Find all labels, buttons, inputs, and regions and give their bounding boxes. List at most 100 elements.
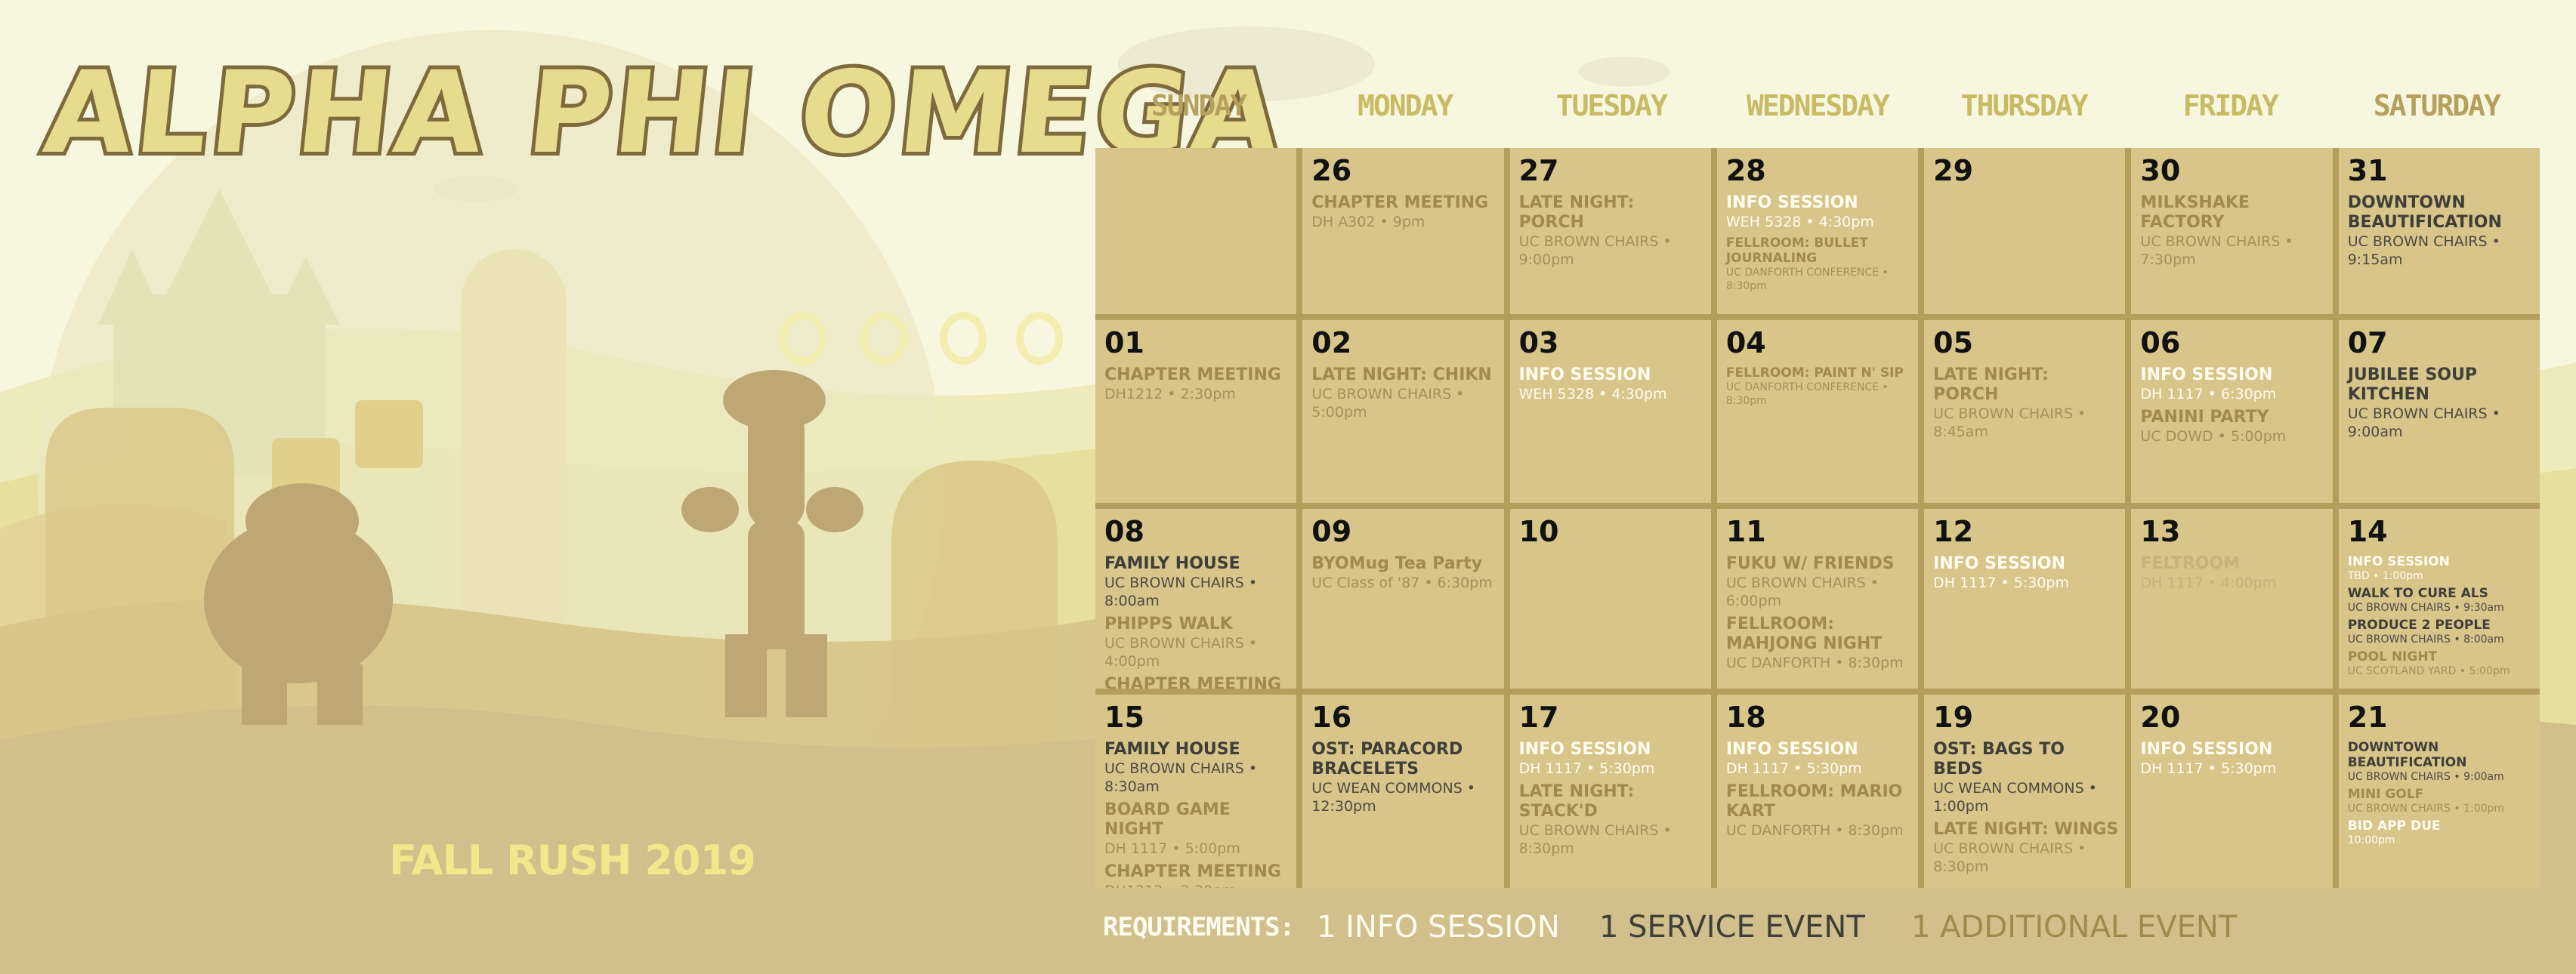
event-title: BID APP DUE — [2347, 818, 2441, 834]
calendar-cell: 12 INFO SESSION DH 1117 • 5:30pm — [1924, 509, 2126, 689]
calendar-cell: 21 DOWNTOWN BEAUTIFICATION UC BROWN CHAIRS… — [2338, 695, 2540, 888]
event-title: INFO SESSION — [1933, 554, 2066, 573]
calendar-cell: 26 CHAPTER MEETING DH A302 • 9pm — [1302, 148, 1504, 314]
event-location-time: UC BROWN CHAIRS • 9:00am — [2347, 405, 2500, 440]
event-location-time: UC BROWN CHAIRS • 7:30pm — [2140, 233, 2293, 268]
calendar-event: POOL NIGHT UC SCOTLAND YARD • 5:00pm — [2348, 649, 2534, 678]
calendar-cell: 13 FELTROOM DH 1117 • 4:00pm — [2131, 509, 2333, 689]
calendar-event: INFO SESSION DH 1117 • 5:30pm — [1726, 740, 1912, 778]
calendar-event: CHAPTER MEETINGDH1212 • 2:30pm — [1104, 365, 1290, 403]
calendar-cell: 18 INFO SESSION DH 1117 • 5:30pm FELLROOM: … — [1716, 695, 1919, 888]
requirements-label: REQUIREMENTS: — [1103, 912, 1295, 942]
event-location-time: DH 1117 • 5:30pm — [1933, 575, 2069, 591]
calendar-cell: 29 — [1924, 148, 2126, 314]
calendar-event: DOWNTOWN BEAUTIFICATION UC BROWN CHAIRS •… — [2348, 193, 2534, 269]
calendar-event: LATE NIGHT: PORCH UC BROWN CHAIRS • 8:45a… — [1933, 365, 2119, 441]
calendar-cell: 02 LATE NIGHT: CHIKN UC BROWN CHAIRS • 5:0… — [1302, 320, 1504, 503]
event-location-time: UC DANFORTH CONFERENCE • 8:30pm — [1725, 267, 1889, 292]
event-location-time: DH 1117 • 5:30pm — [1725, 760, 1862, 777]
calendar-event: CHAPTER MEETINGDH1212 • 2:30pm — [1104, 675, 1290, 689]
calendar-event: BYOMug Tea Party UC Class of '87 • 6:30pm — [1311, 554, 1497, 592]
event-location-time: UC SCOTLAND YARD • 5:00pm — [2347, 665, 2510, 677]
weekday-friday: FRIDAY — [2182, 89, 2279, 122]
event-location-time: UC Class of '87 • 6:30pm — [1311, 575, 1493, 591]
day-number: 06 — [2140, 326, 2181, 359]
event-location-time: UC DANFORTH • 8:30pm — [1725, 822, 1904, 839]
event-location-time: DH 1117 • 6:30pm — [2140, 386, 2277, 402]
event-title: INFO SESSION — [1518, 740, 1651, 759]
calendar-event: MILKSHAKE FACTORY UC BROWN CHAIRS • 7:30p… — [2140, 193, 2326, 269]
calendar-event: INFO SESSION DH 1117 • 5:30pm — [2140, 740, 2326, 778]
day-number: 12 — [1933, 515, 1974, 548]
event-title: LATE NIGHT: PORCH — [1518, 193, 1635, 232]
calendar-event: LATE NIGHT: PORCH UC BROWN CHAIRS • 9:00p… — [1519, 193, 1705, 269]
calendar-cell: 05 LATE NIGHT: PORCH UC BROWN CHAIRS • 8:4… — [1924, 320, 2126, 503]
day-number: 15 — [1104, 701, 1144, 734]
weekday-header: SUNDAY MONDAY TUESDAY WEDNESDAY THURSDAY FRID… — [1095, 89, 2540, 134]
event-title: BYOMug Tea Party — [1311, 554, 1483, 573]
event-title: JUBILEE SOUP KITCHEN — [2347, 365, 2477, 404]
calendar-event: PHIPPS WALK UC BROWN CHAIRS • 4:00pm — [1104, 615, 1290, 670]
calendar-cell: 20 INFO SESSION DH 1117 • 5:30pm — [2131, 695, 2333, 888]
calendar-event: INFO SESSION DH 1117 • 5:30pm — [1519, 740, 1705, 778]
event-title: INFO SESSION — [1725, 740, 1858, 759]
event-location-time: UC BROWN CHAIRS • 8:45am — [1933, 405, 2086, 440]
event-location-time: 10:00pm — [2347, 834, 2395, 846]
event-location-time: TBD • 1:00pm — [2347, 570, 2423, 582]
calendar-cell: 19 OST: BAGS TO BEDS UC WEAN COMMONS • 1:0… — [1924, 695, 2126, 888]
event-title: CHAPTER MEETING — [1311, 193, 1489, 212]
calendar-event: FAMILY HOUSE UC BROWN CHAIRS • 8:00am — [1104, 554, 1290, 610]
event-location-time: UC WEAN COMMONS • 12:30pm — [1311, 780, 1476, 815]
event-location-time: UC BROWN CHAIRS • 9:30am — [2347, 602, 2504, 614]
event-location-time: UC BROWN CHAIRS • 9:00am — [2347, 771, 2504, 783]
calendar-cell: 16 OST: PARACORD BRACELETS UC WEAN COMMONS… — [1302, 695, 1504, 888]
event-title: FELTROOM — [2140, 554, 2241, 573]
event-location-time: UC WEAN COMMONS • 1:00pm — [1933, 780, 2097, 815]
day-number: 26 — [1311, 154, 1352, 187]
day-number: 01 — [1104, 326, 1144, 359]
event-location-time: UC BROWN CHAIRS • 8:30pm — [1518, 822, 1672, 857]
calendar-event: INFO SESSION DH 1117 • 6:30pm — [2140, 365, 2326, 403]
calendar-event: INFO SESSION TBD • 1:00pm — [2348, 554, 2534, 583]
calendar-cell: 28 INFO SESSION WEH 5328 • 4:30pm FELLROOM:… — [1716, 148, 1919, 314]
calendar-event: DOWNTOWN BEAUTIFICATION UC BROWN CHAIRS •… — [2348, 740, 2534, 784]
event-location-time: UC BROWN CHAIRS • 9:00pm — [1518, 233, 1672, 268]
fall-rush-label: FALL RUSH 2019 — [389, 837, 756, 884]
event-title: WALK TO CURE ALS — [2347, 586, 2488, 601]
day-number: 28 — [1725, 154, 1766, 187]
calendar-event: JUBILEE SOUP KITCHEN UC BROWN CHAIRS • 9:… — [2348, 365, 2534, 441]
event-title: BOARD GAME NIGHT — [1104, 800, 1231, 839]
event-title: POOL NIGHT — [2347, 649, 2438, 664]
day-number: 09 — [1311, 515, 1352, 548]
calendar-event: CHAPTER MEETING DH A302 • 9pm — [1311, 193, 1497, 231]
day-number: 05 — [1933, 326, 1974, 359]
day-number: 17 — [1518, 701, 1559, 734]
event-title: INFO SESSION — [1725, 193, 1858, 212]
calendar-event: WALK TO CURE ALS UC BROWN CHAIRS • 9:30am — [2348, 586, 2534, 615]
event-title: PHIPPS WALK — [1104, 615, 1233, 633]
calendar-cell: 15 FAMILY HOUSE UC BROWN CHAIRS • 8:30am BO… — [1095, 695, 1297, 888]
event-location-time: WEH 5328 • 4:30pm — [1518, 386, 1667, 402]
event-title: LATE NIGHT: PORCH — [1933, 365, 2049, 404]
event-title: INFO SESSION — [2140, 365, 2273, 384]
event-title: FELLROOM: PAINT N' SIP — [1725, 365, 1904, 381]
event-title: MINI GOLF — [2347, 787, 2424, 802]
logo-title: ALPHA PHI OMEGA — [35, 44, 1293, 183]
day-number: 02 — [1311, 326, 1352, 359]
requirement-service-event: 1 SERVICE EVENT — [1599, 910, 1865, 945]
calendar-event: PANINI PARTY UC DOWD • 5:00pm — [2140, 408, 2326, 445]
calendar-cell: 14 INFO SESSION TBD • 1:00pm WALK TO CURE A… — [2338, 509, 2540, 689]
event-title: CHAPTER MEETING — [1104, 675, 1281, 689]
day-number: 31 — [2347, 154, 2388, 187]
event-location-time: DH 1117 • 4:00pm — [2140, 575, 2277, 591]
calendar-event: FAMILY HOUSE UC BROWN CHAIRS • 8:30am — [1104, 740, 1290, 796]
event-title: FAMILY HOUSE — [1104, 554, 1240, 573]
calendar-cell: 06 INFO SESSION DH 1117 • 6:30pm PANINI PAR… — [2131, 320, 2333, 503]
event-title: FAMILY HOUSE — [1104, 740, 1240, 759]
calendar-event: CHAPTER MEETINGDH1212 • 2:30pm — [1104, 862, 1290, 888]
calendar-event: FELLROOM: PAINT N' SIP UC DANFORTH CONFER… — [1726, 365, 1912, 408]
calendar-cell: 03 INFO SESSION WEH 5328 • 4:30pm — [1509, 320, 1711, 503]
event-location-time: UC BROWN CHAIRS • 1:00pm — [2347, 803, 2505, 815]
event-title: PANINI PARTY — [2140, 408, 2269, 427]
event-location-time: UC BROWN CHAIRS • 4:00pm — [1104, 635, 1258, 670]
